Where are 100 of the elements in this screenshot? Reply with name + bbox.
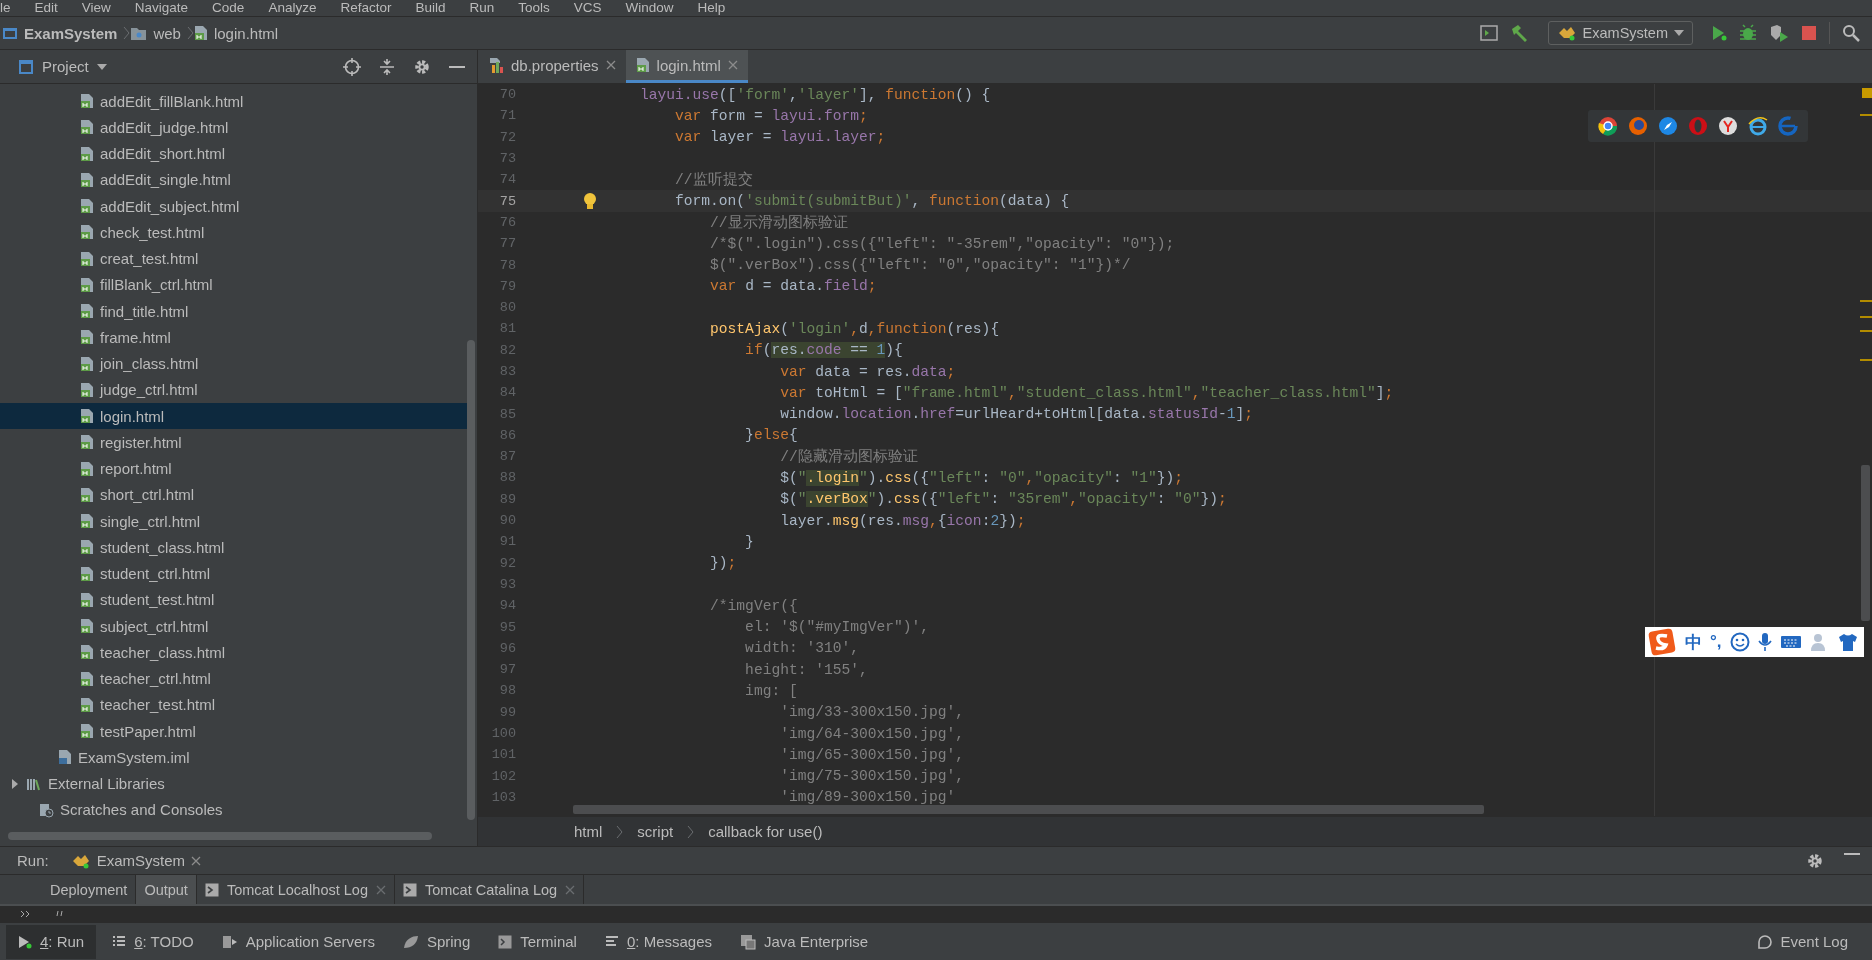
tree-item[interactable]: student_ctrl.html (0, 560, 477, 587)
ime-logo-icon[interactable] (1647, 627, 1677, 657)
lightbulb-icon[interactable] (583, 192, 597, 211)
tool-window-button[interactable]: 6: TODO (100, 924, 206, 959)
tree-item[interactable]: ExamSystem.iml (0, 744, 477, 771)
coverage-run-icon[interactable] (1769, 24, 1789, 42)
menu-item[interactable]: Edit (34, 0, 58, 15)
tool-window-button[interactable]: Spring (390, 924, 483, 959)
menu-item[interactable]: Help (697, 0, 726, 15)
scrollbar-thumb[interactable] (1861, 465, 1870, 621)
event-log-button[interactable]: Event Log (1744, 924, 1860, 959)
tool-window-button[interactable]: Application Servers (209, 924, 387, 959)
punctuation-toggle[interactable]: °, (1710, 632, 1722, 652)
breadcrumb-item[interactable]: login.html (213, 24, 279, 42)
settings-icon[interactable] (413, 57, 431, 76)
input-mode-toggle[interactable]: 中 (1685, 630, 1702, 654)
tool-window-button[interactable]: 0: Messages (592, 924, 724, 959)
tree-item[interactable]: addEdit_short.html (0, 140, 477, 167)
line-number: 70 (498, 87, 516, 103)
editor-tab[interactable]: login.html (625, 50, 748, 83)
collapse-icon[interactable] (379, 57, 395, 76)
scrollbar-thumb[interactable] (8, 832, 432, 840)
scrollbar-thumb[interactable] (573, 805, 1484, 814)
structure-crumb[interactable]: callback for use() (708, 823, 823, 840)
close-icon[interactable] (605, 60, 616, 70)
search-icon[interactable] (1842, 24, 1860, 42)
tree-item[interactable]: short_ctrl.html (0, 481, 477, 508)
double-chevron-icon[interactable] (20, 910, 32, 918)
hammer-icon[interactable] (1509, 24, 1530, 42)
smiley-icon[interactable] (1729, 632, 1750, 652)
tree-item[interactable]: addEdit_fillBlank.html (0, 88, 477, 115)
tree-item[interactable]: addEdit_single.html (0, 166, 477, 193)
tool-window-button[interactable]: Java Enterprise (728, 924, 881, 959)
expand-arrow-icon[interactable] (10, 778, 20, 789)
close-icon[interactable] (375, 884, 386, 895)
tree-item[interactable]: check_test.html (0, 219, 477, 246)
tree-item[interactable]: subject_ctrl.html (0, 613, 477, 640)
shirt-icon[interactable] (1837, 633, 1858, 651)
structure-crumb[interactable]: script (637, 823, 674, 840)
settings-icon[interactable] (1806, 851, 1824, 870)
tree-item[interactable]: Scratches and Consoles (0, 796, 477, 823)
tree-item[interactable]: addEdit_judge.html (0, 114, 477, 141)
tree-item[interactable]: login.html (0, 403, 467, 430)
tick-marks-icon[interactable] (56, 911, 66, 917)
menu-item[interactable]: Tools (518, 0, 550, 15)
tree-item[interactable]: frame.html (0, 324, 477, 351)
structure-crumb[interactable]: html (574, 823, 603, 840)
breadcrumb-item[interactable]: ExamSystem (24, 24, 118, 42)
console-window-icon[interactable] (1479, 25, 1498, 41)
menu-item[interactable]: VCS (573, 0, 602, 15)
html-file-icon (80, 644, 94, 661)
run-configuration-dropdown[interactable]: ExamSystem (1547, 21, 1693, 45)
menu-item[interactable]: Code (212, 0, 245, 15)
browser-icon[interactable] (1718, 116, 1738, 136)
tree-item[interactable]: student_test.html (0, 586, 477, 613)
close-icon[interactable] (565, 884, 576, 895)
code-line: }else{ (744, 427, 798, 444)
browser-icon[interactable] (1598, 116, 1618, 136)
tree-item[interactable]: External Libraries (0, 770, 477, 797)
tree-item[interactable]: find_title.html (0, 298, 477, 325)
tree-item[interactable]: student_class.html (0, 534, 477, 561)
locate-icon[interactable] (343, 57, 361, 76)
close-icon[interactable] (191, 855, 202, 866)
menu-item[interactable]: Build (415, 0, 446, 15)
tree-item[interactable]: register.html (0, 429, 477, 456)
tree-item[interactable]: report.html (0, 455, 477, 482)
tree-item[interactable]: addEdit_subject.html (0, 193, 477, 220)
scrollbar-thumb[interactable] (467, 340, 475, 820)
compass-icon[interactable] (1658, 116, 1678, 136)
menu-item[interactable]: le (0, 0, 11, 15)
tree-item[interactable]: teacher_ctrl.html (0, 665, 477, 692)
project-view-dropdown[interactable]: Project (42, 58, 107, 75)
tree-item[interactable]: creat_test.html (0, 245, 477, 272)
tree-item[interactable]: testPaper.html (0, 718, 477, 745)
stop-icon[interactable] (1801, 25, 1817, 41)
microphone-icon[interactable] (1757, 632, 1772, 652)
run-icon[interactable] (1711, 25, 1727, 41)
tree-item[interactable]: single_ctrl.html (0, 508, 477, 535)
tree-item[interactable]: join_class.html (0, 350, 477, 377)
run-tab[interactable]: ExamSystem (62, 846, 210, 875)
output-tab[interactable]: Output (136, 875, 197, 904)
bug-icon[interactable] (1739, 24, 1757, 42)
menu-item[interactable]: Window (625, 0, 674, 15)
tree-item[interactable]: judge_ctrl.html (0, 376, 477, 403)
tree-item[interactable]: teacher_class.html (0, 639, 477, 666)
menu-item[interactable]: View (81, 0, 111, 15)
menu-item[interactable]: Navigate (134, 0, 189, 15)
menu-item[interactable]: Refactor (340, 0, 392, 15)
keyboard-icon[interactable] (1779, 634, 1802, 650)
tool-window-button[interactable]: Terminal (486, 924, 589, 959)
menu-item[interactable]: Run (469, 0, 495, 15)
editor-tab[interactable]: db.properties (478, 50, 626, 83)
tree-item[interactable]: fillBlank_ctrl.html (0, 271, 477, 298)
tree-item[interactable]: teacher_test.html (0, 691, 477, 718)
close-icon[interactable] (727, 60, 738, 70)
menu-item[interactable]: Analyze (268, 0, 317, 15)
browser-icon[interactable] (1748, 116, 1768, 136)
tool-window-button[interactable]: 4: Run (6, 924, 97, 959)
code-line: //显示滑动图标验证 (709, 213, 848, 232)
breadcrumb-item[interactable]: web (153, 24, 181, 42)
